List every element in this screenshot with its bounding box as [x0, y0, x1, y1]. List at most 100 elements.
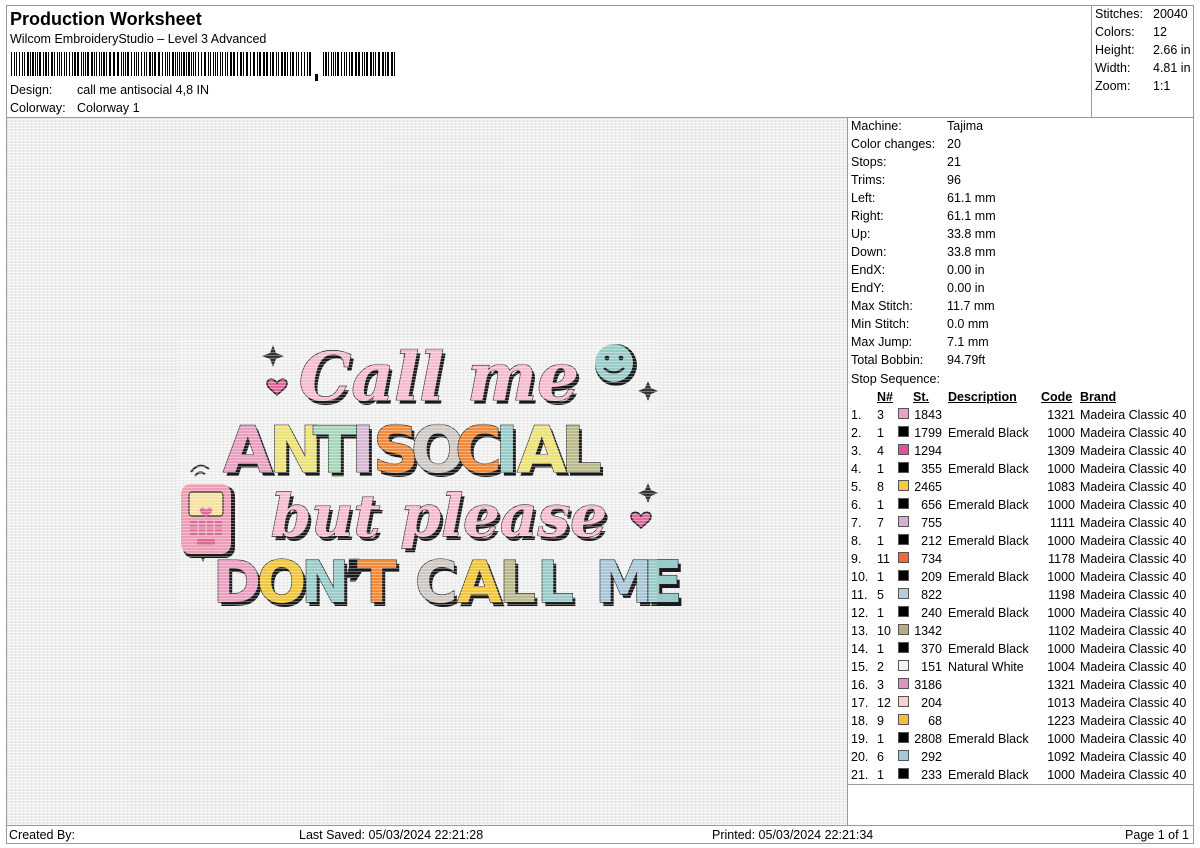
color-swatch [898, 714, 909, 725]
table-row: 7. 7 755 1111 Madeira Classic 40 [848, 516, 1193, 534]
barcode-bar [127, 52, 129, 76]
color-swatch [898, 588, 909, 599]
barcode-bar [270, 52, 271, 76]
color-swatch [898, 642, 909, 653]
row-brand: Madeira Classic 40 [1080, 426, 1187, 440]
barcode-bar [351, 52, 353, 76]
row-index: 15. [851, 660, 869, 674]
barcode-bar [290, 52, 291, 76]
barcode-bar [213, 52, 214, 76]
barcode-bar [307, 52, 308, 76]
colorway-row: Colorway: Colorway 1 [10, 101, 140, 115]
table-row: 17. 12 204 1013 Madeira Classic 40 [848, 696, 1193, 714]
barcode-bar [259, 52, 261, 76]
color-swatch [898, 570, 909, 581]
row-code: 1000 [1047, 570, 1075, 584]
row-index: 11. [851, 588, 868, 602]
design-row: Design: call me antisocial 4,8 IN [10, 83, 209, 97]
barcode-bar [72, 52, 73, 76]
barcode-bar [227, 52, 228, 76]
row-n: 1 [877, 570, 884, 584]
row-n: 1 [877, 426, 884, 440]
machine-info-row: Machine: Tajima [851, 119, 984, 133]
row-index: 21. [851, 768, 869, 782]
barcode-bar [134, 52, 135, 76]
row-index: 14. [851, 642, 869, 656]
barcode-bar [91, 52, 93, 76]
barcode-bar [141, 52, 142, 76]
barcode-bar [217, 52, 218, 76]
barcode-bar [123, 52, 124, 76]
col-description: Description [948, 390, 1017, 404]
color-swatch [898, 606, 909, 617]
row-n: 10 [877, 624, 891, 638]
row-n: 1 [877, 642, 884, 656]
row-stitches: 240 [921, 606, 942, 620]
row-n: 1 [877, 534, 884, 548]
row-index: 4. [851, 462, 862, 476]
row-code: 1198 [1048, 588, 1075, 602]
software-name: Wilcom EmbroideryStudio – Level 3 Advanc… [10, 32, 267, 46]
row-description: Emerald Black [948, 534, 1029, 548]
machine-info-row: Color changes: 20 [851, 137, 961, 151]
row-index: 2. [851, 426, 862, 440]
barcode-bar [358, 52, 360, 76]
row-index: 7. [851, 516, 862, 530]
barcode [11, 52, 395, 81]
row-index: 9. [851, 552, 862, 566]
row-n: 1 [877, 462, 884, 476]
table-row: 18. 9 68 1223 Madeira Classic 40 [848, 714, 1193, 732]
barcode-bar [233, 52, 235, 76]
barcode-bar [328, 52, 329, 76]
row-code: 1000 [1047, 462, 1075, 476]
barcode-bar [22, 52, 23, 76]
stat-colors: Colors: 12 [1095, 25, 1167, 39]
barcode-bar [101, 52, 102, 76]
color-swatch [898, 732, 909, 743]
table-row: 19. 1 2808 Emerald Black 1000 Madeira Classic… [848, 732, 1193, 750]
color-swatch [898, 552, 909, 563]
machine-info-row: EndX: 0.00 in [851, 263, 985, 277]
barcode-bar [344, 52, 345, 76]
row-index: 19. [851, 732, 869, 746]
machine-info-row: Stops: 21 [851, 155, 961, 169]
row-brand: Madeira Classic 40 [1080, 660, 1187, 674]
row-n: 12 [877, 696, 891, 710]
row-n: 2 [877, 660, 884, 674]
barcode-bar [57, 52, 58, 76]
row-n: 5 [877, 588, 884, 602]
row-code: 1000 [1047, 642, 1075, 656]
row-brand: Madeira Classic 40 [1080, 624, 1187, 638]
barcode-bar [121, 52, 122, 76]
barcode-bar [169, 52, 170, 76]
design-label: Design: [10, 83, 53, 97]
barcode-bar [175, 52, 176, 76]
row-code: 1321 [1047, 678, 1075, 692]
row-description: Emerald Black [948, 462, 1029, 476]
row-n: 7 [877, 516, 884, 530]
row-stitches: 1342 [914, 624, 942, 638]
barcode-bar [30, 52, 31, 76]
colorway-value: Colorway 1 [77, 101, 140, 115]
row-stitches: 204 [921, 696, 942, 710]
row-n: 3 [877, 408, 884, 422]
row-description: Emerald Black [948, 768, 1029, 782]
row-stitches: 822 [921, 588, 942, 602]
table-row: 13. 10 1342 1102 Madeira Classic 40 [848, 624, 1193, 642]
row-stitches: 3186 [914, 678, 942, 692]
row-brand: Madeira Classic 40 [1080, 750, 1187, 764]
barcode-bar [385, 52, 386, 76]
barcode-bar [64, 52, 65, 76]
row-stitches: 233 [921, 768, 942, 782]
machine-info-row: Total Bobbin: 94.79ft [851, 353, 986, 367]
machine-info-row: Max Stitch: 11.7 mm [851, 299, 995, 313]
barcode-bar [243, 52, 244, 76]
machine-info-row: Left: 61.1 mm [851, 191, 996, 205]
barcode-bar [191, 52, 192, 76]
barcode-bar [382, 52, 384, 76]
barcode-bar [146, 52, 147, 76]
row-index: 8. [851, 534, 862, 548]
row-brand: Madeira Classic 40 [1080, 462, 1187, 476]
row-code: 1178 [1048, 552, 1075, 566]
stats-panel: Stitches: 20040 Colors: 12 Height: 2.66 in … [1091, 5, 1194, 118]
